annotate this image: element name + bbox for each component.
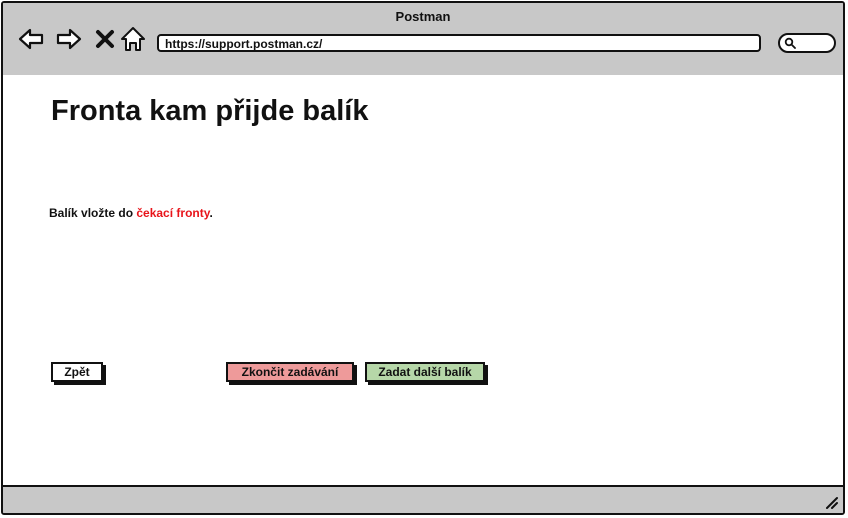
instruction-text: Balík vložte do čekací fronty. (49, 206, 213, 220)
home-icon[interactable] (119, 25, 147, 53)
search-field[interactable] (778, 33, 836, 53)
instruction-prefix: Balík vložte do (49, 206, 137, 220)
address-bar[interactable]: https://support.postman.cz/ (157, 34, 761, 52)
address-bar-url: https://support.postman.cz/ (165, 37, 323, 51)
page-content: Fronta kam přijde balík Balík vložte do … (3, 75, 843, 487)
browser-toolbar: Postman https://support.postman.cz/ (3, 3, 843, 77)
close-x-icon[interactable] (91, 25, 119, 53)
back-button[interactable]: Zpět (51, 362, 103, 382)
back-arrow-icon[interactable] (17, 25, 45, 53)
search-icon (784, 37, 796, 49)
page-title: Fronta kam přijde balík (51, 95, 369, 127)
add-next-package-button[interactable]: Zadat další balík (365, 362, 485, 382)
forward-arrow-icon[interactable] (55, 25, 83, 53)
status-bar (3, 485, 843, 513)
instruction-suffix: . (209, 206, 213, 220)
finish-entry-button[interactable]: Zkončit zadávání (226, 362, 354, 382)
browser-window: Postman https://support.postman.cz/ Fron… (1, 1, 845, 515)
window-title: Postman (395, 9, 451, 24)
queue-highlight: čekací fronty (136, 206, 210, 220)
resize-grip-icon[interactable] (823, 494, 839, 510)
